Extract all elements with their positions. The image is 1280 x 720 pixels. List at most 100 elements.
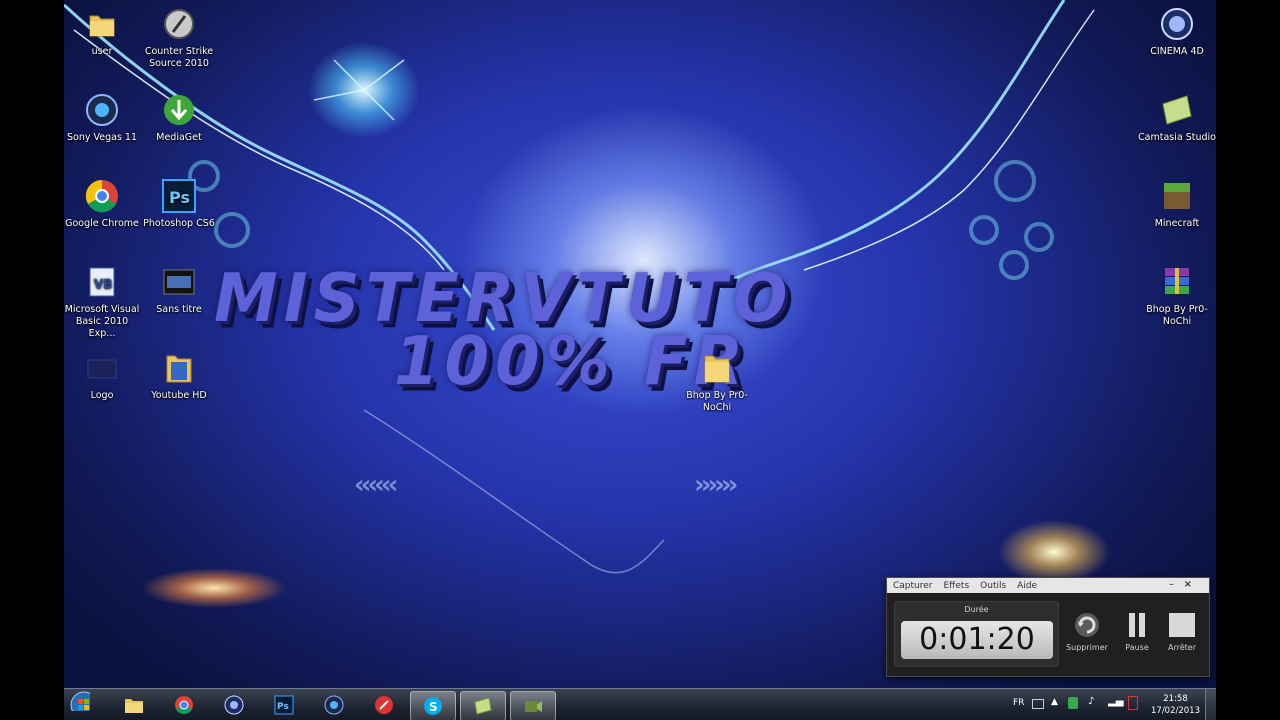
minimize-button[interactable]: –: [1169, 579, 1174, 590]
svg-text:Ps: Ps: [169, 188, 190, 207]
stop-label: Arrêter: [1167, 643, 1196, 652]
windows-start-orb-icon: [70, 691, 90, 711]
counter-strike-icon: [161, 6, 197, 42]
desktop-icon-sans-titre[interactable]: Sans titre: [138, 264, 220, 316]
menu-aide[interactable]: Aide: [1017, 581, 1037, 591]
desktop-icon-label: Sony Vegas 11: [66, 132, 138, 143]
wallpaper-ring: [969, 215, 999, 245]
show-desktop-button[interactable]: [1205, 689, 1216, 720]
volume-icon[interactable]: ♪: [1088, 696, 1094, 707]
network-icon[interactable]: ▂▄: [1108, 696, 1123, 707]
duration-timer: 0:01:20: [901, 621, 1053, 659]
image-file-icon: [84, 350, 120, 386]
desktop-icon-counter-strike[interactable]: Counter Strike Source 2010: [138, 6, 220, 70]
pause-button[interactable]: Pause: [1113, 610, 1161, 652]
delete-label: Supprimer: [1066, 643, 1108, 652]
cinema4d-icon: [1159, 6, 1195, 42]
ccleaner-icon: [375, 696, 393, 714]
desktop-icon-bhop-folder[interactable]: Bhop By Pr0-NoChi: [676, 350, 758, 414]
duration-label: Durée: [964, 605, 989, 614]
refresh-icon: [1072, 610, 1102, 640]
camtasia-recorder-icon: [525, 701, 542, 712]
taskbar-cinema4d[interactable]: [212, 691, 256, 719]
folder-icon: [161, 350, 197, 386]
desktop-icon-label: Photoshop CS6: [143, 218, 215, 229]
menu-effets[interactable]: Effets: [944, 581, 970, 591]
desktop-icon-cinema4d[interactable]: CINEMA 4D: [1136, 6, 1216, 58]
desktop-icon-logo[interactable]: Logo: [64, 350, 143, 402]
taskbar-ccleaner[interactable]: [362, 691, 406, 719]
start-button[interactable]: [64, 691, 104, 719]
desktop-icon-bhop-archive[interactable]: Bhop By Pr0-NoChi: [1136, 264, 1216, 328]
desktop-icon-chrome[interactable]: Google Chrome: [64, 178, 143, 230]
taskbar-camtasia-recorder[interactable]: [510, 691, 556, 720]
photoshop-icon: Ps: [274, 695, 294, 715]
pause-icon: [1122, 610, 1152, 640]
stop-icon: [1167, 610, 1197, 640]
desktop-icon-label: Microsoft Visual Basic 2010 Exp...: [64, 304, 140, 339]
desktop-icon-label: Sans titre: [156, 304, 202, 315]
desktop-icon-label: Bhop By Pr0-NoChi: [1146, 304, 1208, 327]
stop-button[interactable]: Arrêter: [1158, 610, 1206, 652]
explorer-icon: [125, 699, 143, 713]
desktop-icon-label: user: [91, 46, 113, 57]
winrar-icon: [1159, 264, 1195, 300]
menu-outils[interactable]: Outils: [980, 581, 1006, 591]
cinema4d-icon: [224, 695, 244, 715]
desktop-icon-label: Google Chrome: [65, 218, 139, 229]
taskbar-chrome[interactable]: [162, 691, 206, 719]
delete-button[interactable]: Supprimer: [1063, 610, 1111, 652]
keyboard-icon[interactable]: [1032, 699, 1044, 709]
taskbar: Ps S FR ▲ ♪ ▂▄ 21:58 17/02/2013: [64, 688, 1216, 720]
visual-basic-icon: VB: [84, 264, 120, 300]
recorder-menubar: Capturer Effets Outils Aide – ×: [887, 578, 1209, 593]
photoshop-icon: Ps: [161, 178, 197, 214]
chrome-icon: [175, 696, 193, 714]
sony-vegas-icon: [84, 92, 120, 128]
desktop-icon-camtasia[interactable]: Camtasia Studio: [1136, 92, 1216, 144]
desktop-icon-sony-vegas[interactable]: Sony Vegas 11: [64, 92, 143, 144]
mediaget-icon: [161, 92, 197, 128]
taskbar-photoshop[interactable]: Ps: [262, 691, 306, 719]
close-button[interactable]: ×: [1184, 579, 1192, 590]
desktop-icon-mediaget[interactable]: MediaGet: [138, 92, 220, 144]
taskbar-sony-vegas[interactable]: [312, 691, 356, 719]
skype-icon: S: [424, 697, 442, 715]
clock-date: 17/02/2013: [1151, 706, 1200, 716]
svg-text:VB: VB: [94, 277, 112, 291]
desktop-icon-label: CINEMA 4D: [1150, 46, 1204, 57]
menu-capturer[interactable]: Capturer: [893, 581, 933, 591]
desktop-icon-label: Minecraft: [1154, 218, 1200, 229]
wallpaper-chevrons-left: ‹‹‹‹‹‹: [354, 470, 398, 500]
action-center-icon[interactable]: [1128, 696, 1138, 710]
pause-label: Pause: [1125, 643, 1149, 652]
svg-text:Ps: Ps: [277, 702, 289, 712]
camtasia-recorder-window: Capturer Effets Outils Aide – × Durée 0:…: [886, 577, 1210, 677]
desktop-icon-photoshop[interactable]: Ps Photoshop CS6: [138, 178, 220, 230]
desktop-icon-youtube-hd[interactable]: Youtube HD: [138, 350, 220, 402]
camtasia-icon: [474, 697, 492, 715]
desktop-icon-label: MediaGet: [156, 132, 202, 143]
desktop: MISTERVTUTO 100% FR ‹‹‹‹‹‹ ›››››› user C…: [64, 0, 1216, 720]
tray-expand-icon[interactable]: ▲: [1051, 697, 1058, 707]
desktop-icon-visual-basic[interactable]: VB Microsoft Visual Basic 2010 Exp...: [64, 264, 143, 340]
security-icon[interactable]: [1068, 697, 1078, 709]
taskbar-camtasia[interactable]: [460, 691, 506, 720]
desktop-icon-minecraft[interactable]: Minecraft: [1136, 178, 1216, 230]
minecraft-icon: [1159, 178, 1195, 214]
wallpaper-chevrons-right: ››››››: [694, 470, 738, 500]
taskbar-skype[interactable]: S: [410, 691, 456, 720]
desktop-icon-label: Bhop By Pr0-NoChi: [686, 390, 748, 413]
duration-panel: Durée 0:01:20: [894, 601, 1059, 667]
language-indicator[interactable]: FR: [1013, 698, 1024, 708]
chrome-icon: [84, 178, 120, 214]
clock[interactable]: 21:58 17/02/2013: [1151, 693, 1200, 717]
desktop-icon-user[interactable]: user: [64, 6, 143, 58]
taskbar-explorer[interactable]: [112, 691, 156, 719]
camtasia-icon: [1159, 92, 1195, 128]
wallpaper-ring: [999, 250, 1029, 280]
desktop-icon-label: Logo: [90, 390, 114, 401]
desktop-icon-label: Camtasia Studio: [1138, 132, 1216, 143]
folder-icon: [699, 350, 735, 386]
wallpaper-ring: [1024, 222, 1054, 252]
